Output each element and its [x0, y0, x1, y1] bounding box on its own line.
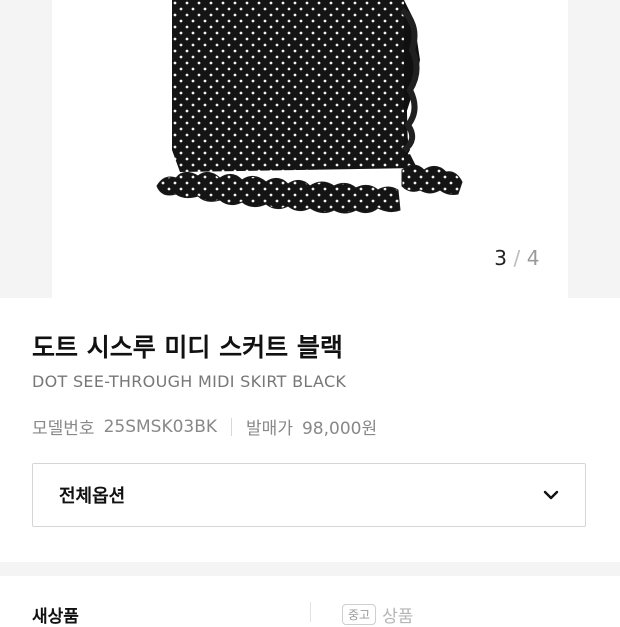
product-title: 도트 시스루 미디 스커트 블랙 [32, 333, 343, 362]
all-options-label: 전체옵션 [59, 486, 126, 507]
used-badge: 중고 [342, 604, 377, 625]
meta-divider [231, 417, 233, 436]
tab-divider [310, 602, 311, 622]
product-meta: 모델번호 25SMSK03BK 발매가 98,000원 [32, 414, 378, 440]
tab-new-product[interactable]: 새상품 [32, 602, 79, 627]
used-product-label: 상품 [382, 607, 414, 627]
skirt-image [156, 0, 463, 214]
product-photo[interactable]: 3/4 [52, 0, 568, 298]
chevron-down-icon [543, 490, 559, 500]
release-price-label: 발매가 [246, 419, 293, 439]
tab-used-product[interactable]: 중고 상품 [342, 602, 413, 627]
model-number-label: 모델번호 [32, 419, 95, 439]
section-divider-band [0, 562, 620, 576]
product-subtitle: DOT SEE-THROUGH MIDI SKIRT BLACK [32, 372, 347, 391]
image-pager: 3/4 [494, 246, 540, 270]
release-price-value: 98,000원 [301, 419, 378, 439]
pager-current: 3 [494, 246, 508, 270]
pager-separator: / [513, 246, 521, 270]
product-image-gallery[interactable]: 3/4 [0, 0, 620, 298]
model-number-value: 25SMSK03BK [103, 416, 218, 437]
condition-tabs: 새상품 중고 상품 [0, 576, 620, 627]
all-options-dropdown[interactable]: 전체옵션 [32, 463, 586, 527]
pager-total: 4 [526, 246, 540, 270]
